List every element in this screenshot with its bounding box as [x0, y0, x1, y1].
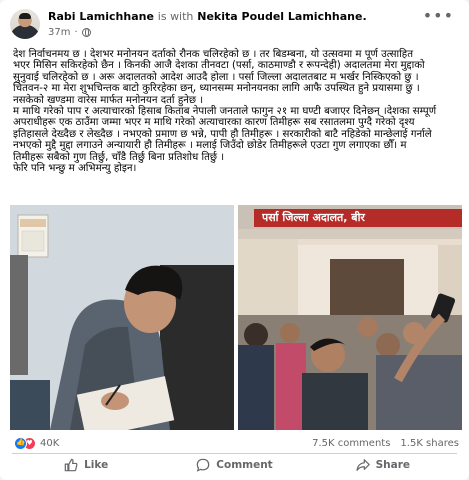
author-avatar[interactable]: [10, 9, 40, 39]
engagement-counts: 7.5K comments 1.5K shares: [312, 438, 459, 449]
reactions[interactable]: ♥ 40K: [14, 436, 59, 450]
more-icon[interactable]: •••: [423, 8, 454, 24]
post-header: Rabi Lamichhane is with Nekita Poudel La…: [10, 8, 460, 49]
with-text: is with: [157, 10, 194, 23]
post-time[interactable]: 37m: [48, 25, 70, 40]
post-actions: Like Comment Share: [12, 454, 457, 476]
photo-court-crowd[interactable]: पर्सा जिल्ला अदालत, बीर: [238, 205, 462, 430]
share-label: Share: [375, 459, 411, 471]
like-button[interactable]: Like: [12, 454, 160, 476]
facebook-post: Rabi Lamichhane is with Nekita Poudel La…: [0, 0, 469, 480]
photo-signing[interactable]: [10, 205, 234, 430]
like-label: Like: [84, 459, 109, 471]
share-icon: [356, 459, 370, 471]
comment-button[interactable]: Comment: [160, 454, 308, 476]
globe-icon: [81, 28, 91, 37]
author-line: Rabi Lamichhane is with Nekita Poudel La…: [48, 9, 367, 24]
court-sign-text: पर्सा जिल्ला अदालत, बीर: [262, 211, 365, 224]
comments-count[interactable]: 7.5K comments: [312, 438, 390, 449]
comment-icon: [196, 458, 210, 472]
like-icon: [64, 458, 78, 472]
post-meta: 37m ·: [48, 25, 367, 40]
tagged-name[interactable]: Nekita Poudel Lamichhane.: [197, 10, 366, 23]
reactions-count[interactable]: 40K: [40, 438, 59, 449]
shares-count[interactable]: 1.5K shares: [400, 438, 459, 449]
author-name[interactable]: Rabi Lamichhane: [48, 10, 154, 23]
post-text: देश निर्वाचनमय छ । देशभर मनोनयन दर्ताको …: [13, 49, 437, 175]
share-button[interactable]: Share: [309, 454, 457, 476]
like-reaction-icon: [14, 436, 27, 450]
signing-scene: [10, 205, 234, 430]
post-stats: ♥ 40K 7.5K comments 1.5K shares: [14, 436, 459, 450]
post-photos: पर्सा जिल्ला अदालत, बीर: [10, 205, 462, 430]
author-info: Rabi Lamichhane is with Nekita Poudel La…: [48, 9, 367, 40]
court-scene: [238, 205, 462, 430]
comment-label: Comment: [216, 459, 273, 471]
